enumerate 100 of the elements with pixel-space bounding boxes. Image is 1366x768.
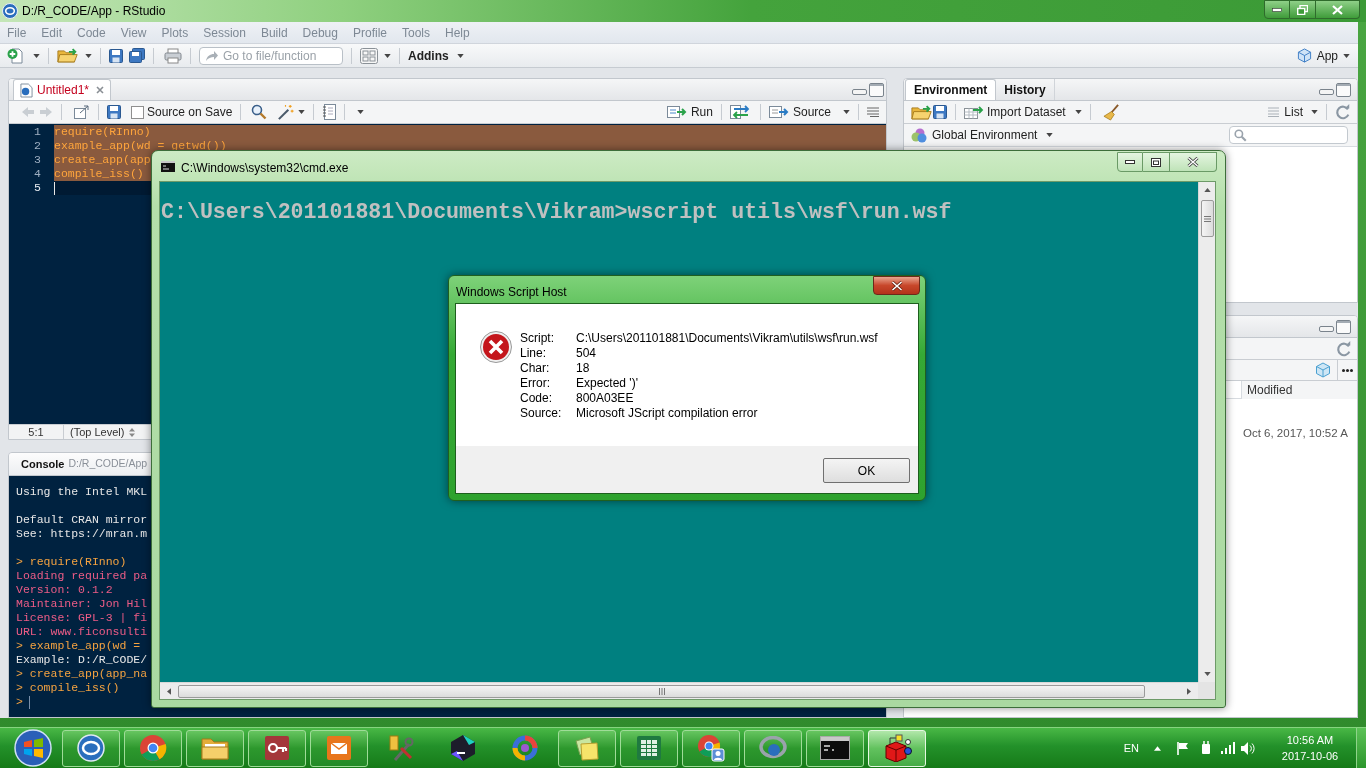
- maximize-pane-icon[interactable]: [869, 82, 884, 97]
- checkbox[interactable]: [131, 105, 144, 119]
- close-button[interactable]: [1316, 0, 1360, 19]
- search-icon: [1234, 129, 1247, 142]
- console-line: URL: www.ficonsulti: [16, 625, 148, 639]
- scroll-up-icon[interactable]: [1203, 188, 1211, 192]
- signal-icon[interactable]: [1221, 742, 1235, 754]
- save-icon[interactable]: [933, 105, 947, 119]
- view-mode-button[interactable]: List: [1268, 103, 1318, 121]
- minimize-icon: [1272, 7, 1282, 12]
- envelope-tile-icon: [326, 735, 352, 761]
- wheel-icon: [139, 734, 167, 762]
- field-value: 800A03EE: [576, 391, 635, 406]
- menu-item[interactable]: Build: [260, 23, 288, 42]
- start-orb-icon: [13, 729, 53, 767]
- line-number: 1: [34, 125, 41, 138]
- pane-tab[interactable]: History: [996, 79, 1055, 100]
- speaker-icon[interactable]: [1241, 741, 1255, 755]
- updown-icon: [129, 427, 136, 437]
- open-folder-icon[interactable]: [911, 104, 933, 120]
- taskbar-button[interactable]: [248, 729, 306, 767]
- field-value: 504: [576, 346, 598, 361]
- minimize-button[interactable]: [1117, 152, 1143, 172]
- cube-icon[interactable]: [1315, 362, 1331, 378]
- horizontal-scrollbar[interactable]: [160, 682, 1198, 699]
- search-field[interactable]: [1229, 126, 1348, 144]
- grip-icon: [658, 687, 665, 695]
- broom-icon[interactable]: [1102, 103, 1120, 121]
- language-indicator[interactable]: EN: [1123, 739, 1139, 757]
- scope-selector[interactable]: (Top Level): [70, 423, 136, 439]
- maximize-pane-icon[interactable]: [1336, 319, 1351, 334]
- terminal-line: C:\Users\201101881\Documents\Vikram>wscript utils\wsf\run.wsf: [161, 200, 952, 224]
- menu-icon[interactable]: [867, 107, 879, 117]
- scrollbar-thumb[interactable]: [1200, 200, 1214, 237]
- line-number: 4: [34, 167, 41, 180]
- minimize-button[interactable]: [1264, 0, 1290, 19]
- addins-button[interactable]: Addins: [408, 46, 464, 65]
- field-label: Source:: [520, 406, 563, 421]
- console-line: Example: D:/R_CODE/: [16, 653, 148, 667]
- line-number: 3: [34, 153, 41, 166]
- vertical-scrollbar[interactable]: [1198, 182, 1215, 682]
- overlapping-circles-icon: [911, 127, 927, 143]
- caret-icon: [357, 110, 365, 114]
- cube-icon: [1296, 48, 1312, 63]
- console-line: See: https://mran.m: [16, 527, 148, 541]
- dialog-title: Windows Script Host: [456, 284, 567, 301]
- column-header[interactable]: Modified: [1241, 381, 1357, 399]
- taskbar-button[interactable]: [806, 729, 864, 767]
- close-button[interactable]: [1170, 152, 1217, 172]
- wand-icon[interactable]: [277, 103, 295, 121]
- goto-field[interactable]: Go to file/function: [199, 46, 343, 65]
- close-button[interactable]: [873, 276, 920, 295]
- project-button[interactable]: App: [1296, 46, 1350, 65]
- checkbox-label[interactable]: Source on Save: [147, 103, 233, 121]
- show-hidden-icon[interactable]: [1154, 745, 1161, 751]
- pane-tab[interactable]: Environment: [905, 79, 997, 100]
- open-folder-icon[interactable]: [57, 48, 79, 63]
- notebook-icon[interactable]: [322, 104, 337, 120]
- save-icon[interactable]: [109, 48, 123, 63]
- clock[interactable]: 10:56 AM 2017-10-06: [1278, 732, 1342, 764]
- print-icon[interactable]: [164, 47, 182, 64]
- maximize-button[interactable]: [1143, 152, 1170, 172]
- power-icon[interactable]: [1199, 741, 1213, 755]
- save-icon[interactable]: [107, 105, 121, 119]
- caret-icon: [1074, 110, 1082, 114]
- save-all-icon[interactable]: [129, 48, 145, 63]
- scroll-right-icon[interactable]: [1187, 687, 1191, 695]
- field-value: C:\Users\201101881\Documents\Vikram\utils\wsf\run.wsf: [576, 331, 878, 346]
- search-icon[interactable]: [251, 104, 268, 120]
- start-button[interactable]: [11, 729, 55, 767]
- minimize-pane-icon[interactable]: [1319, 88, 1334, 95]
- run-icon: [666, 105, 687, 119]
- field-value: Microsoft JScript compilation error: [576, 406, 759, 421]
- restore-button[interactable]: [1290, 0, 1316, 19]
- menu-item[interactable]: Session: [203, 23, 246, 42]
- new-file-icon[interactable]: [7, 47, 25, 64]
- rerun-icon[interactable]: [729, 105, 752, 119]
- document-icon: [20, 82, 33, 98]
- run-button[interactable]: Run: [666, 103, 713, 121]
- popout-icon[interactable]: [74, 105, 90, 119]
- code-text: create_app(app: [54, 153, 151, 167]
- maximize-pane-icon[interactable]: [1336, 82, 1351, 97]
- refresh-icon[interactable]: [1336, 340, 1352, 357]
- caret-icon: [1343, 53, 1350, 58]
- line-number: 5: [34, 181, 41, 194]
- refresh-icon[interactable]: [1335, 104, 1351, 120]
- caret-icon: [1311, 110, 1318, 114]
- field-label: Script:: [520, 331, 555, 346]
- minimize-pane-icon[interactable]: [852, 88, 867, 95]
- flag-icon[interactable]: [1176, 741, 1190, 755]
- import-dataset-button[interactable]: Import Dataset: [964, 103, 1082, 121]
- close-tab-icon[interactable]: [96, 86, 105, 94]
- ok-button[interactable]: OK: [823, 458, 910, 483]
- grid-icon[interactable]: [360, 47, 378, 64]
- scrollbar-thumb[interactable]: [178, 684, 1145, 698]
- minimize-pane-icon[interactable]: [1319, 325, 1334, 332]
- source-button[interactable]: Source: [768, 103, 850, 121]
- editor-tab[interactable]: Untitled1*: [13, 79, 112, 100]
- scroll-left-icon[interactable]: [167, 687, 171, 695]
- scroll-down-icon[interactable]: [1203, 672, 1211, 676]
